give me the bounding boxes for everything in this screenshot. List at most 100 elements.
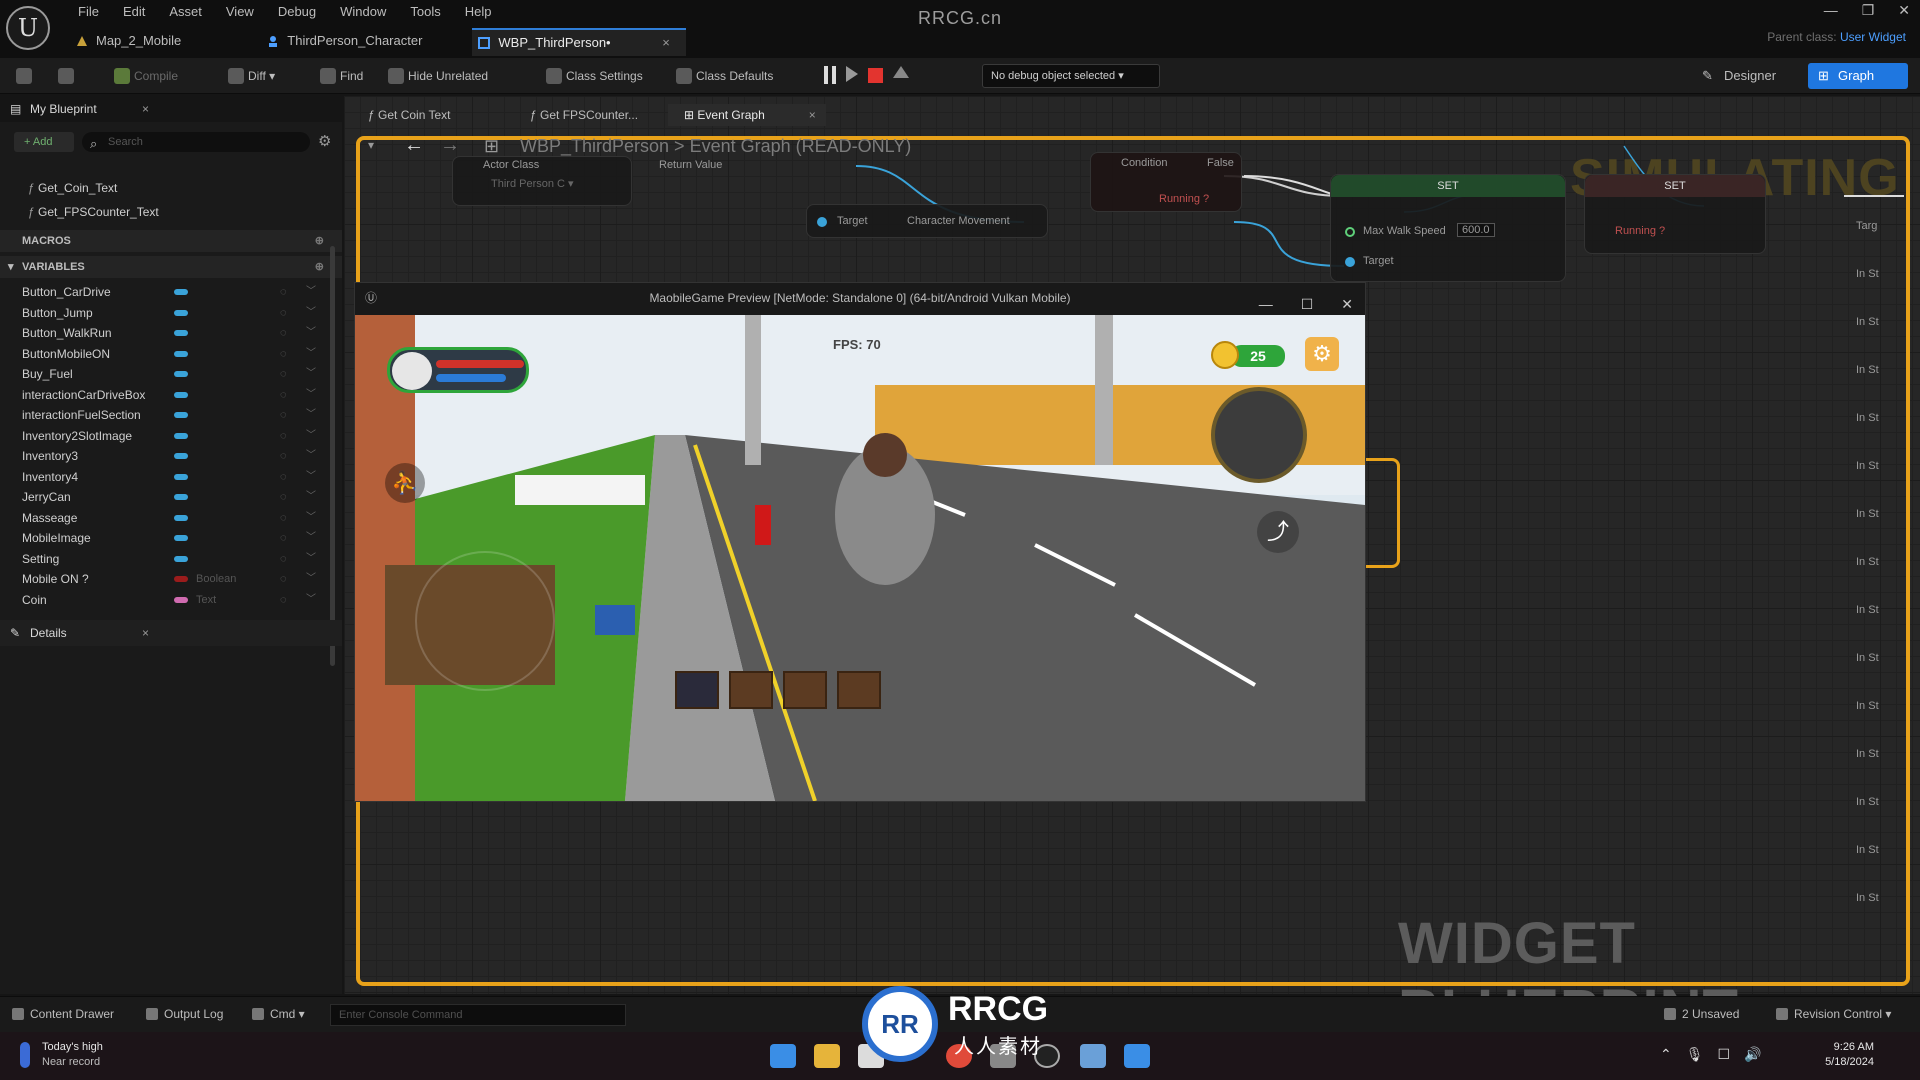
variable-item[interactable]: MobileImage ◌ ﹀ — [0, 528, 330, 548]
variable-item[interactable]: Setting ◌ ﹀ — [0, 549, 330, 569]
chevron-down-icon[interactable]: ﹀ — [306, 467, 316, 487]
visibility-icon[interactable]: ◌ — [280, 282, 287, 302]
visibility-icon[interactable]: ◌ — [280, 385, 287, 405]
game-preview-window[interactable]: Ⓤ MaobileGame Preview [NetMode: Standalo… — [354, 282, 1366, 802]
target-pin[interactable] — [817, 217, 827, 227]
chevron-down-icon[interactable]: ﹀ — [306, 590, 316, 610]
visibility-icon[interactable]: ◌ — [280, 590, 287, 610]
function-item[interactable]: ƒ Get_FPSCounter_Text — [28, 202, 159, 222]
max-walk-speed-input[interactable]: 600.0 — [1457, 223, 1495, 237]
branch-node[interactable]: Condition False Running ? — [1090, 152, 1242, 212]
variable-item[interactable]: ButtonMobileON ◌ ﹀ — [0, 344, 330, 364]
chevron-down-icon[interactable]: ﹀ — [306, 446, 316, 466]
chevron-down-icon[interactable]: ﹀ — [306, 385, 316, 405]
parent-class-value[interactable]: User Widget — [1840, 30, 1906, 44]
close-icon[interactable]: ✕ — [1898, 2, 1910, 19]
chevron-down-icon[interactable]: ﹀ — [306, 487, 316, 507]
console-input[interactable]: Enter Console Command — [330, 1004, 626, 1026]
eject-icon[interactable] — [893, 66, 909, 78]
close-panel-icon[interactable]: × — [142, 96, 149, 122]
variable-item[interactable]: Mobile ON ? Boolean ◌ ﹀ — [0, 569, 330, 589]
taskbar-clock[interactable]: 9:26 AM 5/18/2024 — [1784, 1040, 1874, 1070]
target-pin[interactable] — [1345, 257, 1355, 267]
app-icon[interactable] — [1080, 1044, 1106, 1068]
hide-unrelated-button[interactable]: Hide Unrelated — [388, 66, 488, 86]
close-panel-icon[interactable]: × — [142, 620, 149, 646]
visibility-icon[interactable]: ◌ — [280, 405, 287, 425]
variable-item[interactable]: interactionFuelSection ◌ ﹀ — [0, 405, 330, 425]
frame-skip-icon[interactable] — [846, 66, 858, 82]
set-max-walk-speed-node[interactable]: SET Max Walk Speed 600.0 Target — [1330, 174, 1566, 282]
revision-control-button[interactable]: Revision Control ▾ — [1776, 1007, 1891, 1021]
variable-item[interactable]: Buy_Fuel ◌ ﹀ — [0, 364, 330, 384]
app-icon[interactable] — [1124, 1044, 1150, 1068]
chevron-down-icon[interactable]: ﹀ — [306, 426, 316, 446]
debug-object-select[interactable]: No debug object selected ▾ — [982, 64, 1160, 88]
set-running-node[interactable]: SET Running ? — [1584, 174, 1766, 254]
graph-button[interactable]: ⊞ Graph — [1808, 63, 1908, 89]
content-drawer-button[interactable]: Content Drawer — [12, 1007, 114, 1021]
stop-icon[interactable] — [868, 68, 883, 83]
variable-item[interactable]: Coin Text ◌ ﹀ — [0, 590, 330, 610]
visibility-icon[interactable]: ◌ — [280, 364, 287, 384]
find-button[interactable]: Find — [320, 66, 363, 86]
inventory-slot[interactable] — [837, 671, 881, 709]
add-macro-icon[interactable]: ⊕ — [315, 230, 324, 252]
variables-section[interactable]: ▾ VARIABLES ⊕ — [0, 256, 342, 278]
system-tray-icons[interactable]: ⌃🎙☐🔊 — [1660, 1046, 1776, 1063]
inventory-slot[interactable] — [729, 671, 773, 709]
designer-button[interactable]: ✎ Designer — [1700, 64, 1786, 88]
class-defaults-button[interactable]: Class Defaults — [676, 66, 773, 86]
chevron-down-icon[interactable]: ﹀ — [306, 323, 316, 343]
restore-icon[interactable]: ❐ — [1862, 2, 1875, 19]
chevron-down-icon[interactable]: ﹀ — [306, 569, 316, 589]
get-actor-node[interactable]: Actor Class Third Person C ▾ Return Valu… — [452, 156, 722, 206]
visibility-icon[interactable]: ◌ — [280, 344, 287, 364]
chevron-down-icon[interactable]: ﹀ — [306, 405, 316, 425]
minimize-icon[interactable]: — — [1824, 2, 1838, 19]
chevron-down-icon[interactable]: ﹀ — [306, 364, 316, 384]
inventory-slot[interactable] — [675, 671, 719, 709]
visibility-icon[interactable]: ◌ — [280, 467, 287, 487]
chevron-down-icon[interactable]: ﹀ — [306, 508, 316, 528]
compile-button[interactable]: Compile — [114, 66, 178, 86]
start-icon[interactable] — [770, 1044, 796, 1068]
close-tab-icon[interactable]: × — [662, 35, 670, 50]
chevron-down-icon[interactable]: ﹀ — [306, 528, 316, 548]
tab-map-2-mobile[interactable]: Map_2_Mobile — [70, 28, 197, 56]
search-input[interactable]: ⌕ Search — [82, 132, 310, 152]
tab-thirdperson-character[interactable]: ThirdPerson_Character — [261, 28, 438, 56]
visibility-icon[interactable]: ◌ — [280, 487, 287, 507]
macros-section[interactable]: MACROS ⊕ — [0, 230, 342, 252]
visibility-icon[interactable]: ◌ — [280, 323, 287, 343]
character-movement-node[interactable]: Target Character Movement — [806, 204, 1048, 238]
variable-item[interactable]: Inventory3 ◌ ﹀ — [0, 446, 330, 466]
cmd-select[interactable]: Cmd ▾ — [252, 1007, 305, 1021]
chevron-down-icon[interactable]: ﹀ — [306, 282, 316, 302]
variable-item[interactable]: Masseage ◌ ﹀ — [0, 508, 330, 528]
add-button[interactable]: + Add — [14, 132, 74, 152]
jump-button[interactable]: ⤴ — [1257, 511, 1299, 553]
visibility-icon[interactable]: ◌ — [280, 446, 287, 466]
pause-icon[interactable] — [824, 66, 836, 84]
chevron-down-icon[interactable]: ﹀ — [306, 303, 316, 323]
chevron-down-icon[interactable]: ﹀ — [306, 549, 316, 569]
variable-item[interactable]: Inventory2SlotImage ◌ ﹀ — [0, 426, 330, 446]
scrollbar[interactable] — [330, 246, 335, 666]
gear-icon[interactable]: ⚙ — [318, 132, 331, 150]
visibility-icon[interactable]: ◌ — [280, 426, 287, 446]
inventory-slot[interactable] — [783, 671, 827, 709]
variable-item[interactable]: JerryCan ◌ ﹀ — [0, 487, 330, 507]
game-viewport[interactable]: FPS: 70 25 ⚙ ⛹ ⤴ — [355, 315, 1365, 801]
visibility-icon[interactable]: ◌ — [280, 528, 287, 548]
function-item[interactable]: ƒ Get_Coin_Text — [28, 178, 117, 198]
output-log-button[interactable]: Output Log — [146, 1007, 223, 1021]
class-select[interactable]: Third Person C ▾ — [491, 177, 574, 190]
visibility-icon[interactable]: ◌ — [280, 508, 287, 528]
variable-item[interactable]: Button_Jump ◌ ﹀ — [0, 303, 330, 323]
chevron-down-icon[interactable]: ﹀ — [306, 344, 316, 364]
run-button[interactable]: ⛹ — [385, 463, 425, 503]
class-settings-button[interactable]: Class Settings — [546, 66, 643, 86]
visibility-icon[interactable]: ◌ — [280, 303, 287, 323]
virtual-joystick[interactable] — [415, 551, 555, 691]
